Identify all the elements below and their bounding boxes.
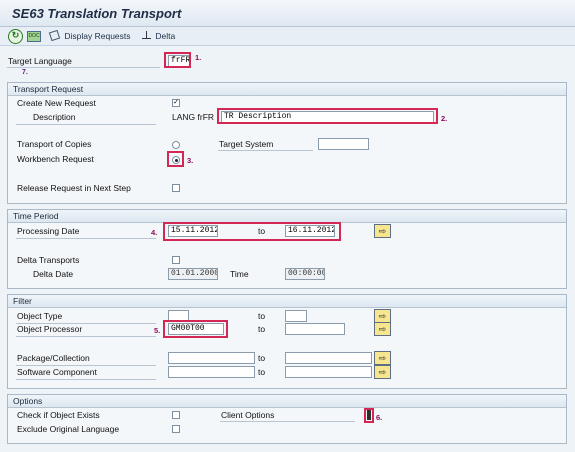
transport-of-copies-label: Transport of Copies — [17, 139, 92, 149]
display-requests-icon — [48, 29, 61, 42]
object-processor-from-input[interactable]: GM00T00 — [168, 323, 224, 335]
window: SE63 Translation Transport ↻ DOC Display… — [0, 0, 575, 452]
check-if-object-exists-label: Check if Object Exists — [17, 410, 100, 420]
delta-date-label: Delta Date — [33, 269, 74, 279]
object-type-to-label: to — [258, 311, 266, 321]
workbench-request-label: Workbench Request — [17, 154, 94, 164]
exclude-original-language-checkbox[interactable] — [172, 425, 180, 433]
options-header: Options — [8, 395, 566, 408]
delta-transports-label: Delta Transports — [17, 255, 80, 265]
target-language-label: Target Language — [8, 56, 72, 66]
object-type-multiple-selection-button[interactable]: ⇨ — [374, 309, 391, 323]
marker-6: 6. — [376, 413, 383, 422]
object-type-from-input[interactable] — [168, 310, 189, 322]
divider — [220, 421, 355, 422]
divider — [16, 336, 156, 337]
marker-1: 1. — [195, 53, 202, 62]
divider — [7, 67, 160, 68]
time-period-header: Time Period — [8, 210, 566, 223]
processing-date-to-label: to — [258, 226, 266, 236]
processing-date-from-input[interactable]: 15.11.2012 — [168, 225, 218, 237]
execute-icon[interactable]: ↻ — [8, 29, 23, 44]
processing-date-to-input[interactable]: 16.11.2012 — [285, 225, 335, 237]
software-component-multiple-selection-button[interactable]: ⇨ — [374, 365, 391, 379]
target-system-input[interactable] — [318, 138, 369, 150]
software-component-from-input[interactable] — [168, 366, 255, 378]
transport-of-copies-radio[interactable] — [172, 141, 180, 149]
page-title: SE63 Translation Transport — [12, 6, 182, 21]
object-processor-to-input[interactable] — [285, 323, 345, 335]
marker-3: 3. — [187, 156, 194, 165]
description-label: Description — [33, 112, 76, 122]
object-processor-multiple-selection-button[interactable]: ⇨ — [374, 322, 391, 336]
filter-panel: Filter Object Type to ⇨ Object Processor… — [7, 294, 567, 389]
marker-4: 4. — [151, 228, 158, 237]
package-collection-to-input[interactable] — [285, 352, 372, 364]
processing-date-multiple-selection-button[interactable]: ⇨ — [374, 224, 391, 238]
divider — [16, 379, 156, 380]
title-bar: SE63 Translation Transport — [0, 0, 575, 27]
time-period-panel: Time Period Processing Date 15.11.2012 t… — [7, 209, 567, 289]
package-collection-multiple-selection-button[interactable]: ⇨ — [374, 351, 391, 365]
time-input: 00:00:00 — [285, 268, 325, 280]
doc-icon[interactable]: DOC — [27, 31, 41, 42]
divider — [16, 238, 156, 239]
client-options-button[interactable] — [367, 410, 371, 420]
options-panel: Options Check if Object Exists Client Op… — [7, 394, 567, 444]
software-component-to-label: to — [258, 367, 266, 377]
time-label: Time — [230, 269, 249, 279]
delta-label: Delta — [155, 31, 176, 41]
software-component-to-input[interactable] — [285, 366, 372, 378]
divider — [16, 365, 156, 366]
transport-request-header: Transport Request — [8, 83, 566, 96]
transport-request-panel: Transport Request Create New Request ✓ D… — [7, 82, 567, 204]
package-collection-from-input[interactable] — [168, 352, 255, 364]
marker-2: 2. — [441, 114, 448, 123]
object-processor-to-label: to — [258, 324, 266, 334]
divider — [218, 150, 313, 151]
target-system-label: Target System — [219, 139, 274, 149]
application-toolbar: ↻ DOC Display Requests Delta 7. — [0, 27, 575, 76]
release-request-checkbox[interactable] — [172, 184, 180, 192]
create-new-request-checkbox[interactable]: ✓ — [172, 99, 180, 107]
object-type-label: Object Type — [17, 311, 63, 321]
marker-7: 7. — [22, 69, 28, 76]
package-collection-to-label: to — [258, 353, 266, 363]
client-options-label: Client Options — [221, 410, 275, 420]
package-collection-label: Package/Collection — [17, 353, 90, 363]
processing-date-label: Processing Date — [17, 226, 80, 236]
display-requests-label: Display Requests — [64, 31, 131, 41]
object-type-to-input[interactable] — [285, 310, 307, 322]
delta-icon — [142, 31, 151, 41]
target-language-input[interactable]: frFR — [168, 55, 190, 67]
release-request-label: Release Request in Next Step — [17, 183, 131, 193]
delta-button[interactable]: Delta — [142, 29, 175, 44]
create-new-request-label: Create New Request — [17, 98, 96, 108]
marker-5: 5. — [154, 326, 161, 335]
exclude-original-language-label: Exclude Original Language — [17, 424, 120, 434]
divider — [16, 124, 156, 125]
lang-prefix: LANG frFR — [172, 112, 215, 122]
workbench-request-radio[interactable] — [172, 156, 180, 164]
display-requests-button[interactable]: Display Requests — [48, 29, 131, 44]
check-if-object-exists-checkbox[interactable] — [172, 411, 180, 419]
delta-transports-checkbox[interactable] — [172, 256, 180, 264]
object-processor-label: Object Processor — [17, 324, 83, 334]
delta-date-input: 01.01.2000 — [168, 268, 218, 280]
software-component-label: Software Component — [17, 367, 97, 377]
description-input[interactable]: TR Description — [221, 111, 434, 123]
filter-header: Filter — [8, 295, 566, 308]
